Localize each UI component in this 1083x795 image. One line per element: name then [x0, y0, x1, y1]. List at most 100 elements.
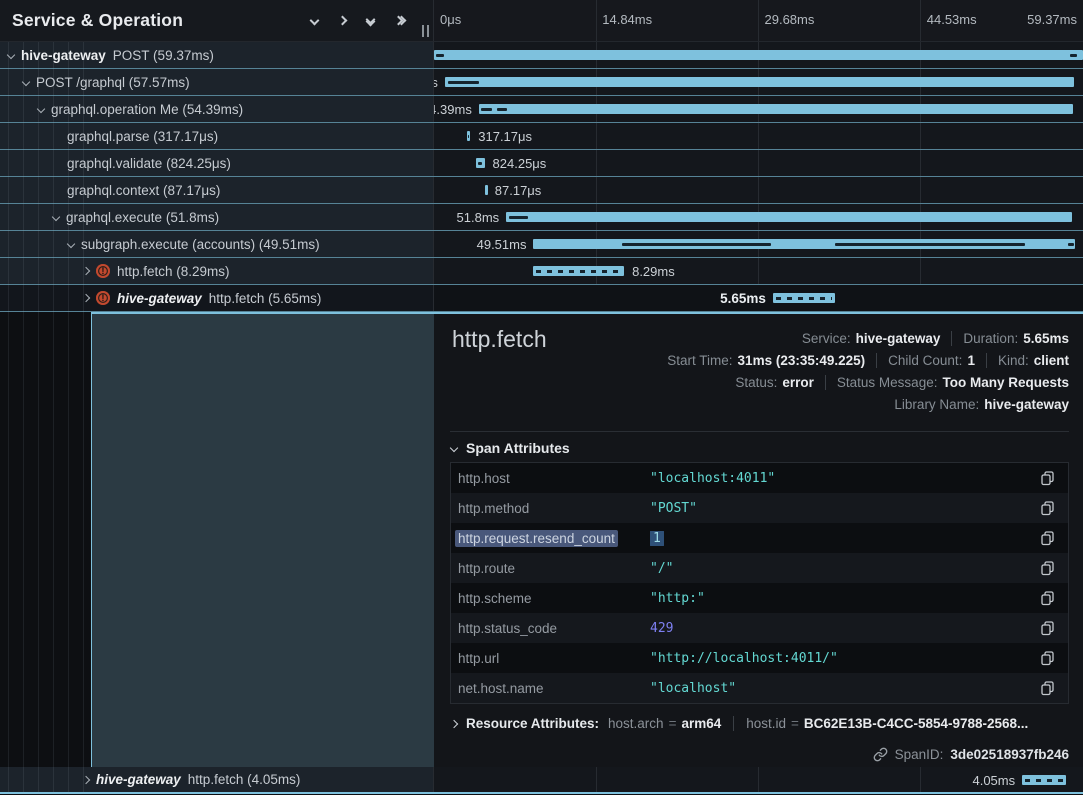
span-duration-label: 51.8ms [457, 210, 500, 225]
span-row-timeline-cell[interactable]: 8.29ms [433, 258, 1083, 284]
span-bar[interactable] [485, 185, 488, 195]
ruler-tick: 44.53ms [927, 12, 977, 27]
span-row[interactable]: POST /graphql (57.57ms)57.57ms [0, 69, 1083, 96]
span-operation-name: POST (59.37ms) [113, 48, 214, 63]
span-row-timeline-cell[interactable]: 824.25μs [433, 150, 1083, 176]
span-row[interactable]: graphql.operation Me (54.39ms)54.39ms [0, 96, 1083, 123]
span-duration-label: 49.51ms [477, 237, 527, 252]
trace-viewer: Service & Operation 0μs14.84ms29.68ms44.… [0, 0, 1083, 795]
span-bar[interactable] [533, 266, 624, 276]
span-bar[interactable] [479, 104, 1074, 114]
chevron-down-icon[interactable] [67, 240, 75, 248]
span-bar[interactable] [773, 293, 835, 303]
copy-icon[interactable] [1038, 589, 1056, 607]
attribute-row: http.request.resend_count1 [451, 523, 1068, 553]
span-bar-segment [1068, 243, 1074, 246]
ruler-tick: 59.37ms [1027, 12, 1077, 27]
span-bar[interactable] [467, 131, 470, 141]
span-row-timeline-cell[interactable]: 317.17μs [433, 123, 1083, 149]
span-row-label-cell[interactable]: graphql.operation Me (54.39ms) [0, 96, 433, 122]
copy-icon[interactable] [1038, 469, 1056, 487]
span-row[interactable]: hive-gateway http.fetch (4.05ms) 4.05ms [0, 767, 1083, 794]
copy-icon[interactable] [1038, 559, 1056, 577]
span-row[interactable]: graphql.context (87.17μs)87.17μs [0, 177, 1083, 204]
chevron-right-icon[interactable] [82, 775, 90, 783]
span-row[interactable]: hive-gatewayPOST (59.37ms) [0, 42, 1083, 69]
span-bar-segment [622, 243, 771, 246]
span-row[interactable]: graphql.validate (824.25μs)824.25μs [0, 150, 1083, 177]
tree-header: Service & Operation [0, 0, 433, 42]
span-operation-name: http.fetch (4.05ms) [188, 772, 301, 787]
copy-icon[interactable] [1038, 529, 1056, 547]
span-duration-label: 5.65ms [720, 291, 766, 306]
span-bar[interactable] [445, 77, 1074, 87]
span-row[interactable]: subgraph.execute (accounts) (49.51ms) 49.… [0, 231, 1083, 258]
span-row-label-cell[interactable]: graphql.context (87.17μs) [0, 177, 433, 203]
chevron-down-icon[interactable] [311, 17, 318, 24]
span-row-timeline-cell[interactable]: 5.65ms [433, 285, 1083, 311]
double-chevron-down-icon[interactable] [367, 16, 374, 25]
span-bar-segment [436, 54, 444, 57]
attribute-value: "localhost:4011" [650, 471, 1038, 486]
span-bar[interactable] [1022, 775, 1066, 785]
span-row-label-cell[interactable]: graphql.parse (317.17μs) [0, 123, 433, 149]
span-row-timeline-cell[interactable]: 87.17μs [433, 177, 1083, 203]
span-row-timeline-cell[interactable] [433, 42, 1083, 68]
span-bar-segment [835, 243, 1025, 246]
span-attributes-title: Span Attributes [466, 440, 570, 456]
copy-icon[interactable] [1038, 679, 1056, 697]
copy-icon[interactable] [1038, 499, 1056, 517]
span-row[interactable]: graphql.parse (317.17μs)317.17μs [0, 123, 1083, 150]
ruler-tick: 14.84ms [602, 12, 652, 27]
span-bar[interactable] [506, 212, 1072, 222]
double-chevron-right-icon[interactable] [395, 17, 405, 24]
span-row[interactable]: graphql.execute (51.8ms) 51.8ms [0, 204, 1083, 231]
span-row-timeline-cell[interactable]: 54.39ms [433, 96, 1083, 122]
resource-attributes-row[interactable]: Resource Attributes: host.arch=arm64host… [451, 716, 1069, 731]
span-row[interactable]: !http.fetch (8.29ms)8.29ms [0, 258, 1083, 285]
span-bar-segment [497, 108, 507, 111]
span-duration-label: 54.39ms [433, 102, 472, 117]
span-bar[interactable] [434, 50, 1083, 60]
chevron-down-icon[interactable] [52, 213, 60, 221]
attribute-key: http.host [458, 471, 650, 486]
span-bar[interactable] [533, 239, 1074, 249]
span-bar[interactable] [476, 158, 485, 168]
span-row-label-cell[interactable]: !hive-gatewayhttp.fetch (5.65ms) [0, 285, 433, 311]
chevron-right-icon [451, 719, 458, 727]
span-row-label-cell[interactable]: !http.fetch (8.29ms) [0, 258, 433, 284]
detail-meta-item: Kind:client [986, 353, 1069, 368]
span-row-label-cell[interactable]: graphql.execute (51.8ms) [0, 204, 433, 230]
span-row[interactable]: !hive-gatewayhttp.fetch (5.65ms) 5.65ms [0, 285, 1083, 312]
chevron-right-icon[interactable] [339, 17, 346, 24]
copy-icon[interactable] [1038, 649, 1056, 667]
span-row-timeline-cell[interactable]: 51.8ms [433, 204, 1083, 230]
span-row-timeline-cell[interactable]: 57.57ms [433, 69, 1083, 95]
attribute-value: "/" [650, 561, 1038, 576]
chevron-right-icon[interactable] [82, 267, 90, 275]
span-row-label-cell[interactable]: hive-gateway http.fetch (4.05ms) [0, 767, 433, 792]
chevron-right-icon[interactable] [82, 294, 90, 302]
span-service-name: hive-gateway [96, 772, 181, 787]
detail-meta-item: Duration:5.65ms [951, 331, 1069, 346]
copy-icon[interactable] [1038, 619, 1056, 637]
link-icon[interactable] [873, 747, 888, 762]
span-row-label-cell[interactable]: POST /graphql (57.57ms) [0, 69, 433, 95]
panel-resize-handle[interactable] [422, 25, 430, 37]
chevron-down-icon[interactable] [37, 105, 45, 113]
attribute-row: http.route"/" [451, 553, 1068, 583]
chevron-down-icon[interactable] [22, 78, 30, 86]
chevron-down-icon[interactable] [7, 51, 15, 59]
span-row-label-cell[interactable]: hive-gatewayPOST (59.37ms) [0, 42, 433, 68]
span-attributes-header[interactable]: Span Attributes [451, 440, 570, 456]
attribute-value: "http://localhost:4011/" [650, 651, 1038, 666]
span-row-label-cell[interactable]: graphql.validate (824.25μs) [0, 150, 433, 176]
timeline-ruler: 0μs14.84ms29.68ms44.53ms59.37ms [433, 0, 1083, 42]
span-row-timeline-cell[interactable]: 49.51ms [433, 231, 1083, 257]
span-row-label-cell[interactable]: subgraph.execute (accounts) (49.51ms) [0, 231, 433, 257]
span-id-row: SpanID: 3de02518937fb246 [873, 747, 1069, 762]
attribute-row: http.method"POST" [451, 493, 1068, 523]
bottom-span-row-container: hive-gateway http.fetch (4.05ms) 4.05ms [0, 767, 1083, 794]
detail-meta-item: Status Message:Too Many Requests [825, 375, 1069, 390]
span-row-timeline-cell[interactable]: 4.05ms [433, 767, 1083, 792]
